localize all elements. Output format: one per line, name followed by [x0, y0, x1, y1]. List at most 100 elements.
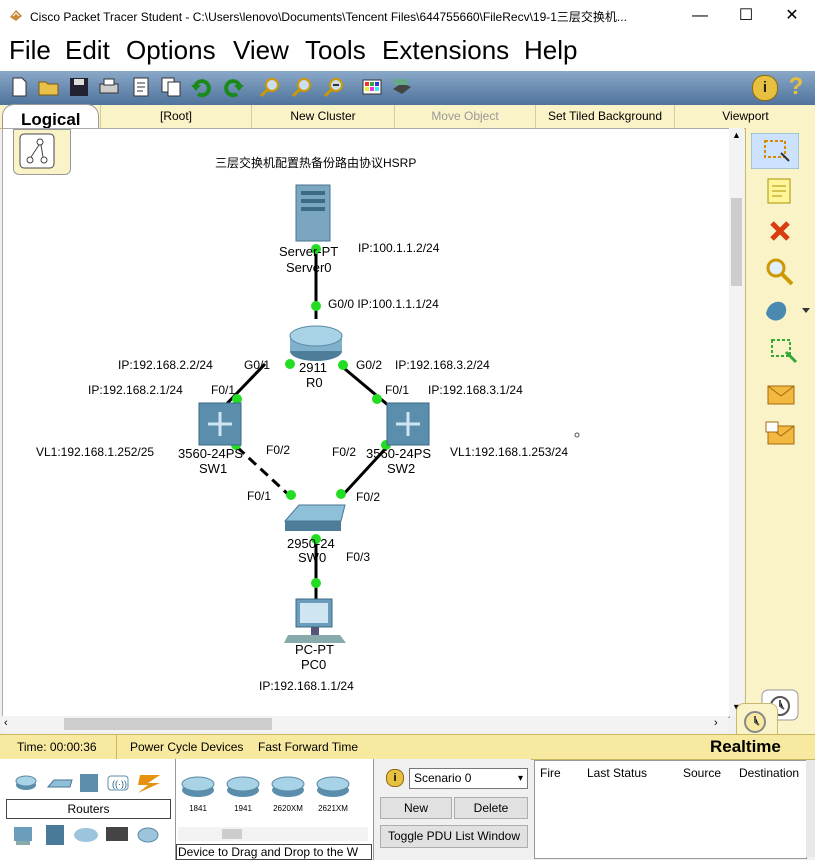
fast-forward-time-button[interactable]: Fast Forward Time — [258, 740, 358, 754]
sw0-f02-label: F0/2 — [356, 490, 381, 504]
delete-icon[interactable] — [768, 219, 792, 243]
menu-bar: File Edit Options View Tools Extensions … — [0, 31, 815, 71]
model-scroll-thumb[interactable] — [222, 829, 242, 839]
sw2-name-label: SW2 — [387, 461, 416, 476]
move-object-button[interactable]: Move Object — [394, 105, 535, 128]
custom-devices-category-icon — [106, 827, 128, 841]
minimize-button[interactable]: — — [677, 0, 723, 31]
draw-shape-icon[interactable] — [762, 296, 812, 326]
copy-icon[interactable] — [159, 75, 183, 99]
sw0-name-label: SW0 — [298, 550, 327, 565]
device-model-label: 2620XM — [273, 804, 303, 813]
canvas-vertical-scrollbar[interactable]: ▲ ▼ — [729, 128, 744, 716]
logical-tab-label: Logical — [21, 110, 81, 129]
security-category-icon — [46, 825, 64, 845]
info-icon[interactable]: i — [752, 75, 778, 101]
device-model-2620xm[interactable]: 2620XM — [270, 773, 306, 813]
r0-g01-ip-label: IP:192.168.2.2/24 — [118, 358, 213, 372]
vertical-scroll-thumb[interactable] — [731, 198, 742, 286]
connections-category-icon — [138, 775, 160, 793]
multilayer-switch-sw2-icon[interactable] — [386, 402, 430, 446]
zoom-reset-icon[interactable] — [290, 75, 314, 99]
canvas-horizontal-scrollbar[interactable]: ‹ › — [2, 716, 728, 732]
device-model-1841[interactable]: 1841 — [180, 773, 216, 813]
wan-emulation-category-icon — [74, 828, 98, 842]
menu-extensions[interactable]: Extensions — [382, 35, 509, 66]
delete-scenario-button[interactable]: Delete — [454, 797, 528, 819]
viewport-button[interactable]: Viewport — [674, 105, 815, 128]
zoom-out-icon[interactable] — [322, 75, 346, 99]
power-cycle-devices-button[interactable]: Power Cycle Devices — [130, 740, 243, 754]
menu-tools[interactable]: Tools — [305, 35, 366, 66]
multilayer-switch-sw1-icon[interactable] — [198, 402, 242, 446]
help-icon[interactable]: ? — [786, 73, 806, 101]
chevron-down-icon: ▾ — [517, 773, 523, 784]
device-model-label: 1841 — [189, 804, 207, 813]
logical-workspace-canvas[interactable]: 三层交换机配置热备份路由协议HSRP Server-PT Server0 IP:… — [2, 128, 730, 718]
menu-edit[interactable]: Edit — [65, 35, 110, 66]
router-model-icon — [181, 776, 215, 797]
pdu-table-scrollbar[interactable] — [806, 760, 815, 857]
sw0-f03-label: F0/3 — [346, 550, 371, 564]
zoom-in-icon[interactable] — [258, 75, 282, 99]
server-icon[interactable] — [295, 184, 331, 242]
device-model-2621xm[interactable]: 2621XM — [315, 773, 351, 813]
common-tools-bar — [745, 128, 815, 734]
new-icon[interactable] — [7, 75, 31, 99]
device-model-label: 1941 — [234, 804, 252, 813]
note-icon[interactable] — [766, 177, 792, 205]
select-icon[interactable] — [751, 133, 799, 169]
scenario-info-icon[interactable]: i — [386, 769, 404, 787]
menu-options[interactable]: Options — [126, 35, 216, 66]
end-device-type-icons — [14, 825, 159, 845]
server-name-label: Server0 — [286, 260, 332, 275]
palette-icon[interactable] — [360, 75, 384, 99]
sw1-vlan-label: VL1:192.168.1.252/25 — [36, 445, 155, 459]
pc-icon[interactable] — [284, 598, 346, 643]
scroll-up-arrow-icon[interactable]: ▲ — [732, 130, 741, 140]
custom-device-icon[interactable] — [390, 75, 414, 99]
sw1-f02-label: F0/2 — [266, 443, 291, 457]
maximize-button[interactable]: ☐ — [723, 0, 769, 31]
activity-wizard-icon[interactable] — [129, 75, 153, 99]
r0-g02-ip-label: IP:192.168.3.2/24 — [395, 358, 490, 372]
menu-file[interactable]: File — [9, 35, 51, 66]
switch-sw0-icon[interactable] — [283, 504, 346, 531]
menu-view[interactable]: View — [233, 35, 289, 66]
device-category-panel: ((·)) Routers — [0, 759, 176, 860]
r0-g02-label: G0/2 — [356, 358, 383, 372]
horizontal-scroll-thumb[interactable] — [64, 718, 272, 730]
new-cluster-button[interactable]: New Cluster — [251, 105, 394, 128]
add-simple-pdu-icon[interactable] — [764, 382, 798, 408]
inspect-icon[interactable] — [764, 256, 796, 286]
toggle-pdu-list-button[interactable]: Toggle PDU List Window — [380, 825, 528, 848]
print-icon[interactable] — [97, 75, 121, 99]
router-icon[interactable] — [289, 325, 343, 361]
sw1-model-label: 3560-24PS — [178, 446, 244, 461]
scroll-right-arrow-icon[interactable]: › — [714, 717, 718, 729]
time-display: Time: 00:00:36 — [17, 740, 97, 754]
logical-navigation-icon[interactable] — [13, 129, 71, 175]
add-complex-pdu-icon[interactable] — [764, 420, 798, 450]
undo-icon[interactable] — [189, 75, 213, 99]
device-model-1941[interactable]: 1941 — [225, 773, 261, 813]
open-icon[interactable] — [37, 75, 61, 99]
new-scenario-button[interactable]: New — [380, 797, 452, 819]
scenario-select[interactable]: Scenario 0 ▾ — [409, 768, 528, 789]
resize-icon[interactable] — [768, 336, 800, 366]
pdu-col-last-status: Last Status — [587, 766, 648, 780]
packet-tracer-app-icon — [10, 10, 22, 21]
set-tiled-background-button[interactable]: Set Tiled Background — [535, 105, 674, 128]
cluster-tree-icon — [19, 133, 55, 169]
router-model-icon — [226, 776, 260, 797]
end-devices-category-icon — [14, 827, 32, 845]
close-button[interactable]: ✕ — [769, 0, 815, 31]
model-horizontal-scrollbar[interactable] — [178, 827, 368, 841]
menu-help[interactable]: Help — [524, 35, 577, 66]
realtime-mode-label[interactable]: Realtime — [710, 737, 781, 757]
scroll-left-arrow-icon[interactable]: ‹ — [4, 717, 8, 729]
save-icon[interactable] — [67, 75, 91, 99]
redo-icon[interactable] — [222, 75, 246, 99]
root-tab[interactable]: [Root] — [100, 105, 251, 128]
router-model-icon — [271, 776, 305, 797]
